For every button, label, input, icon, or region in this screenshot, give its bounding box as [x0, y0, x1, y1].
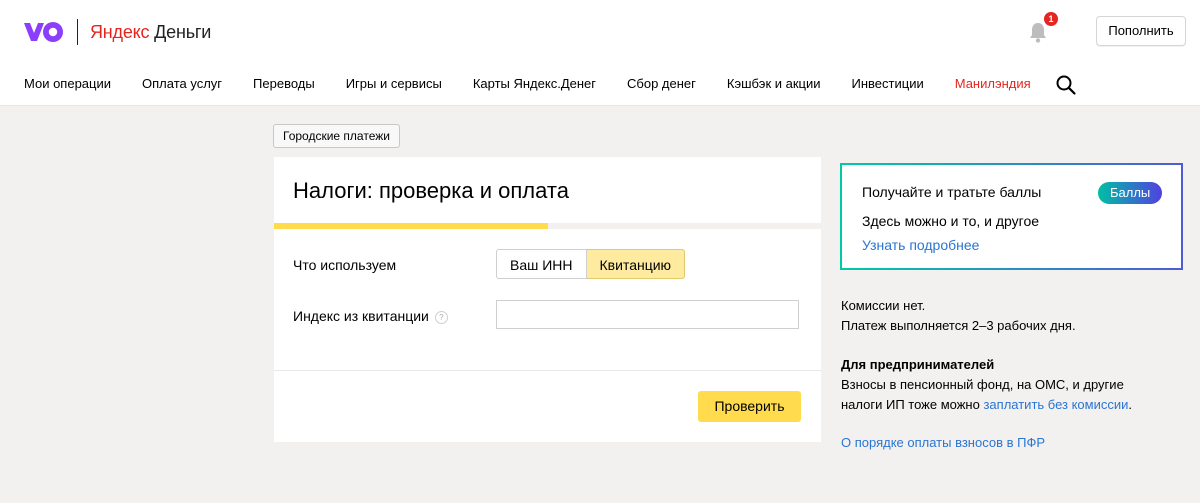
yoomoney-logo-icon[interactable]	[24, 20, 64, 44]
receipt-index-input[interactable]	[496, 300, 799, 329]
method-label: Что используем	[293, 257, 397, 273]
header: Яндекс Деньги 1 Пополнить Мои операции О…	[0, 0, 1200, 106]
notification-badge: 1	[1044, 12, 1058, 26]
nav-item-investments[interactable]: Инвестиции	[852, 76, 924, 94]
points-badge: Баллы	[1098, 182, 1163, 204]
progress-bar	[274, 223, 821, 229]
pfr-info: О порядке оплаты взносов в ПФР	[841, 433, 1045, 453]
help-icon[interactable]: ?	[434, 310, 448, 324]
pfr-link[interactable]: О порядке оплаты взносов в ПФР	[841, 435, 1045, 450]
search-icon[interactable]	[1055, 74, 1077, 96]
nav-item-cards[interactable]: Карты Яндекс.Денег	[473, 76, 596, 94]
topup-button[interactable]: Пополнить	[1096, 16, 1186, 46]
timing-text: Платеж выполняется 2–3 рабочих дня.	[841, 318, 1076, 333]
entrepreneurs-text-2-row: налоги ИП тоже можно заплатить без комис…	[841, 395, 1132, 415]
commission-text: Комиссии нет.	[841, 298, 926, 313]
nav-item-services-payment[interactable]: Оплата услуг	[142, 76, 222, 94]
nav-item-my-operations[interactable]: Мои операции	[24, 76, 111, 94]
nav-item-fundraising[interactable]: Сбор денег	[627, 76, 696, 94]
brand-part2: Деньги	[154, 22, 212, 42]
promo-learn-more-link[interactable]: Узнать подробнее	[862, 237, 979, 253]
points-promo-banner: Получайте и тратьте баллы Баллы Здесь мо…	[840, 163, 1183, 270]
nav-item-cashback[interactable]: Кэшбэк и акции	[727, 76, 821, 94]
check-button[interactable]: Проверить	[698, 391, 801, 422]
method-option-inn[interactable]: Ваш ИНН	[496, 249, 587, 279]
commission-info: Комиссии нет. Платеж выполняется 2–3 раб…	[841, 296, 1076, 336]
entrepreneurs-end: .	[1128, 397, 1133, 412]
entrepreneurs-info: Для предпринимателей Взносы в пенсионный…	[841, 355, 1132, 415]
nav-item-transfers[interactable]: Переводы	[253, 76, 315, 94]
nav-item-moneyland[interactable]: Манилэндия	[955, 76, 1031, 94]
category-chip[interactable]: Городские платежи	[273, 124, 400, 148]
pay-without-commission-link[interactable]: заплатить без комиссии	[983, 397, 1128, 412]
card-divider	[274, 370, 821, 371]
promo-title: Получайте и тратьте баллы	[862, 184, 1042, 200]
brand-part1: Яндекс	[90, 22, 150, 42]
index-label: Индекс из квитанции	[293, 308, 429, 324]
entrepreneurs-title: Для предпринимателей	[841, 357, 995, 372]
tax-payment-form: Налоги: проверка и оплата Что используем…	[274, 157, 821, 442]
index-label-row: Индекс из квитанции?	[293, 308, 448, 324]
nav-item-games[interactable]: Игры и сервисы	[346, 76, 442, 94]
method-toggle: Ваш ИНН Квитанцию	[496, 249, 686, 279]
promo-subtitle: Здесь можно и то, и другое	[862, 213, 1040, 229]
method-option-receipt[interactable]: Квитанцию	[586, 249, 686, 279]
logo-separator	[77, 19, 78, 45]
progress-fill	[274, 223, 548, 229]
entrepreneurs-text-1: Взносы в пенсионный фонд, на ОМС, и друг…	[841, 377, 1124, 392]
page-title: Налоги: проверка и оплата	[293, 178, 569, 203]
main-nav: Мои операции Оплата услуг Переводы Игры …	[24, 76, 1062, 94]
entrepreneurs-text-2: налоги ИП тоже можно	[841, 397, 984, 412]
brand-logo-text[interactable]: Яндекс Деньги	[90, 22, 211, 43]
